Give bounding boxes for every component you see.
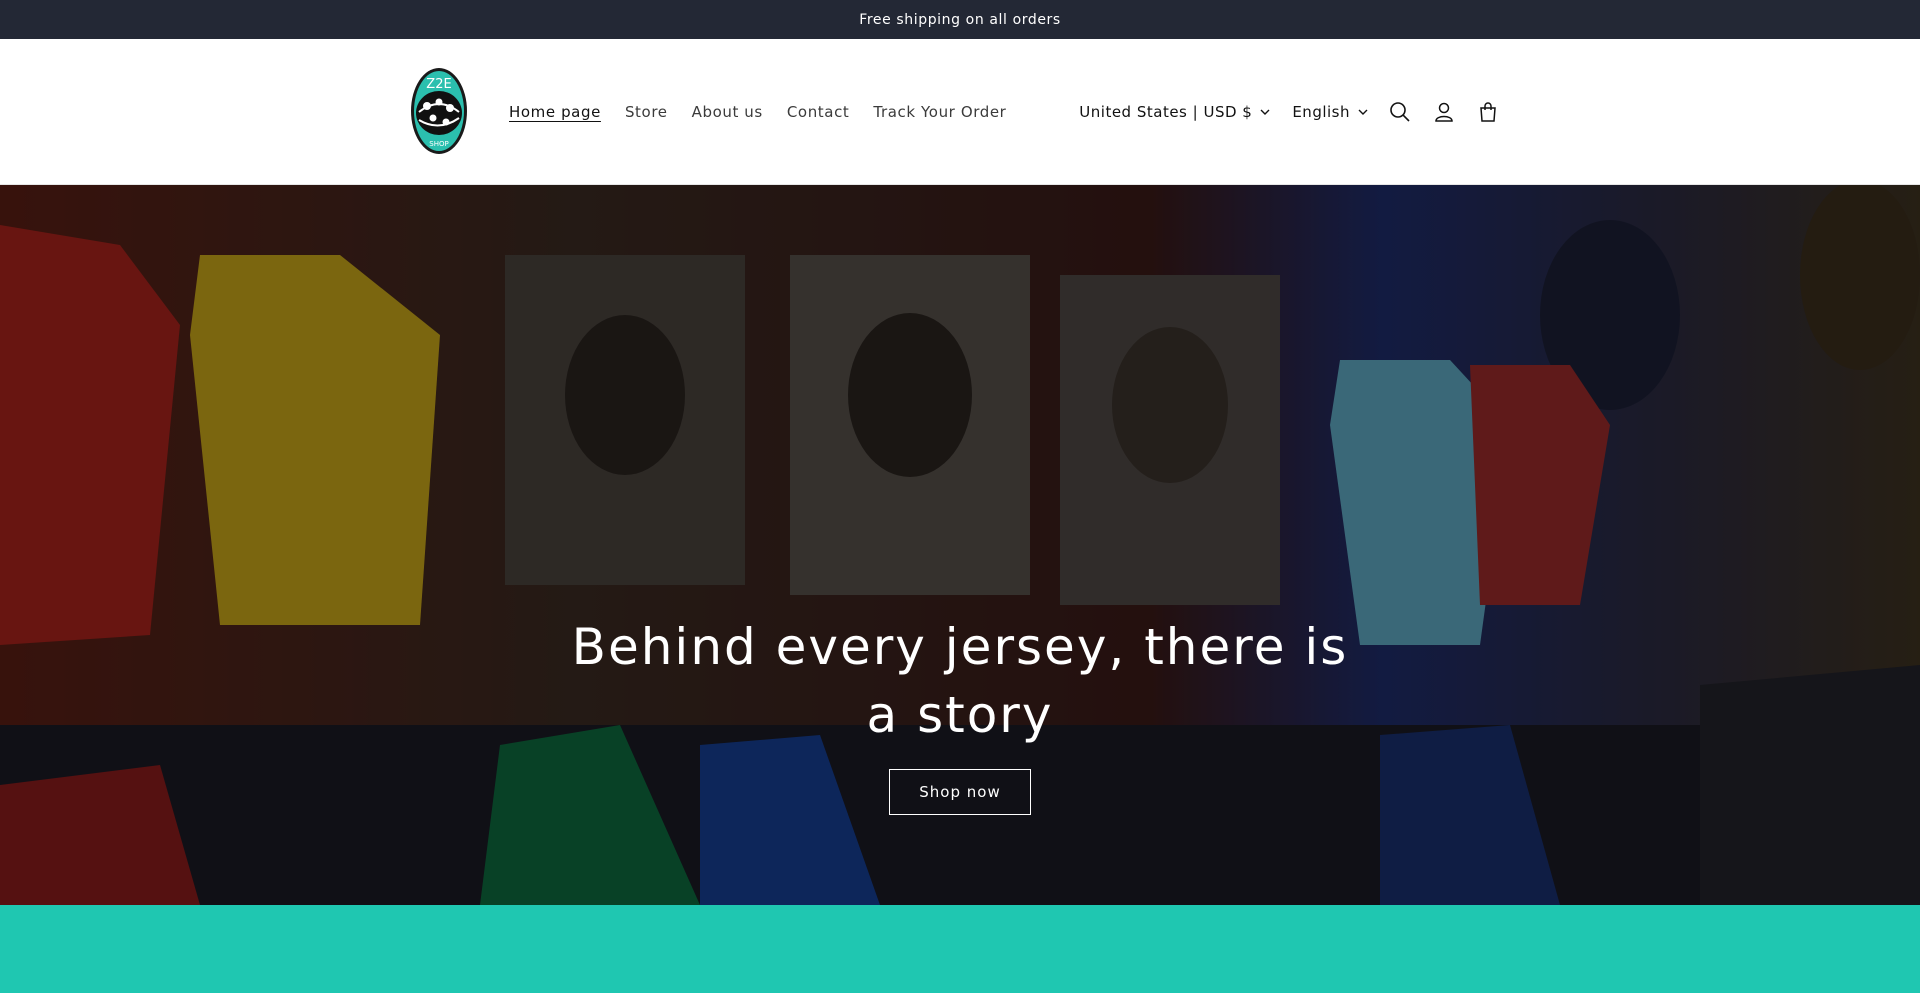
- language-label: English: [1292, 103, 1350, 121]
- language-selector[interactable]: English: [1292, 103, 1368, 121]
- chevron-down-icon: [1358, 109, 1368, 115]
- header-utilities: United States | USD $ English: [1079, 39, 1510, 185]
- main-nav: Home page Store About us Contact Track Y…: [509, 39, 1030, 185]
- nav-home-page[interactable]: Home page: [509, 103, 601, 121]
- logo-badge-icon: Z2E SHOP: [411, 68, 467, 154]
- hero-banner: Behind every jersey, there is a story Sh…: [0, 185, 1920, 905]
- site-header: Z2E SHOP Home page Store About us Contac…: [0, 39, 1920, 185]
- hero-title: Behind every jersey, there is a story: [571, 618, 1349, 744]
- nav-store[interactable]: Store: [625, 103, 668, 121]
- country-currency-selector[interactable]: United States | USD $: [1079, 103, 1270, 121]
- nav-about-us[interactable]: About us: [692, 103, 763, 121]
- hero-content: Behind every jersey, there is a story Sh…: [0, 185, 1920, 905]
- nav-contact[interactable]: Contact: [787, 103, 850, 121]
- cart-button[interactable]: [1466, 90, 1510, 134]
- chevron-down-icon: [1260, 109, 1270, 115]
- teal-section: [0, 905, 1920, 993]
- store-logo[interactable]: Z2E SHOP: [409, 66, 469, 156]
- search-icon: [1390, 102, 1410, 122]
- announcement-text: Free shipping on all orders: [859, 11, 1061, 28]
- account-icon: [1435, 102, 1453, 122]
- account-button[interactable]: [1422, 90, 1466, 134]
- cart-icon: [1480, 102, 1496, 122]
- svg-text:Z2E: Z2E: [426, 77, 451, 92]
- nav-track-your-order[interactable]: Track Your Order: [873, 103, 1006, 121]
- shop-now-button[interactable]: Shop now: [889, 769, 1031, 815]
- announcement-bar: Free shipping on all orders: [0, 0, 1920, 39]
- svg-text:SHOP: SHOP: [429, 140, 448, 148]
- country-currency-label: United States | USD $: [1079, 103, 1253, 121]
- search-button[interactable]: [1378, 90, 1422, 134]
